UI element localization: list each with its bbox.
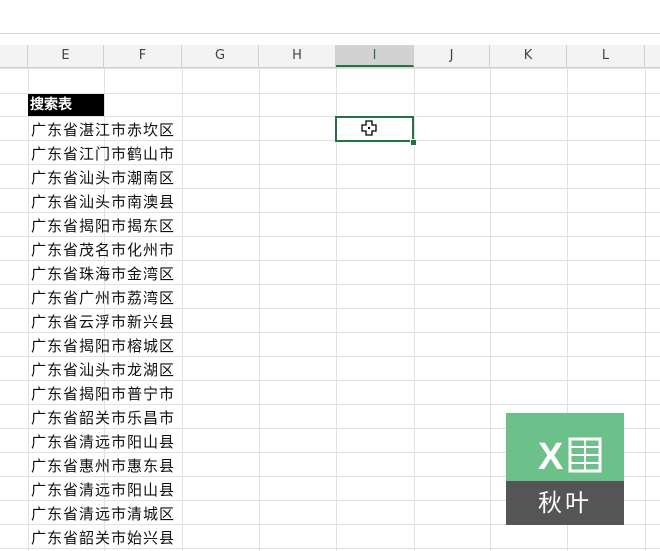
table-row[interactable]: 广东省广州市荔湾区 xyxy=(31,286,175,310)
logo-letter: X xyxy=(538,436,564,478)
formula-input[interactable] xyxy=(0,6,660,27)
table-row[interactable]: 广东省韶关市乐昌市 xyxy=(31,406,175,430)
column-header-i[interactable]: I xyxy=(336,45,414,67)
column-header-l[interactable]: L xyxy=(567,45,645,67)
logo-text: 秋叶 xyxy=(506,481,624,525)
table-row[interactable]: 广东省揭阳市揭东区 xyxy=(31,214,175,238)
table-row[interactable]: 广东省揭阳市榕城区 xyxy=(31,334,175,358)
table-header-label[interactable]: 搜索表 xyxy=(28,94,104,116)
table-row[interactable]: 广东省江门市鹤山市 xyxy=(31,142,175,166)
logo-excel-panel: X xyxy=(506,413,624,481)
table-row[interactable]: 广东省清远市阳山县 xyxy=(31,478,175,502)
table-row[interactable]: 广东省珠海市金湾区 xyxy=(31,262,175,286)
table-row[interactable]: 广东省揭阳市普宁市 xyxy=(31,382,175,406)
cell-cursor-icon xyxy=(361,120,377,136)
table-row[interactable]: 广东省云浮市新兴县 xyxy=(31,310,175,334)
column-header-f[interactable]: F xyxy=(104,45,182,67)
column-header-h[interactable]: H xyxy=(259,45,336,67)
qiuye-logo: X 秋叶 xyxy=(506,413,624,525)
grid-hline xyxy=(0,68,660,69)
table-row[interactable]: 广东省韶关市始兴县 xyxy=(31,526,175,550)
select-all-corner[interactable] xyxy=(0,45,28,67)
column-header-row: E F G H I J K L xyxy=(0,45,660,68)
excel-icon: X xyxy=(538,436,602,478)
table-row[interactable]: 广东省汕头市龙湖区 xyxy=(31,358,175,382)
table-row[interactable]: 广东省茂名市化州市 xyxy=(31,238,175,262)
table-row[interactable]: 广东省汕头市潮南区 xyxy=(31,166,175,190)
table-row[interactable]: 广东省湛江市赤坎区 xyxy=(31,118,175,142)
table-row[interactable]: 广东省惠州市惠东县 xyxy=(31,454,175,478)
table-row[interactable]: 广东省清远市阳山县 xyxy=(31,430,175,454)
column-header-j[interactable]: J xyxy=(414,45,490,67)
column-header-k[interactable]: K xyxy=(490,45,567,67)
table-row[interactable]: 广东省汕头市南澳县 xyxy=(31,190,175,214)
table-row[interactable]: 广东省清远市清城区 xyxy=(31,502,175,526)
column-header-g[interactable]: G xyxy=(182,45,259,67)
grid-hline xyxy=(0,116,660,117)
formula-bar[interactable] xyxy=(0,0,660,34)
column-header-e[interactable]: E xyxy=(28,45,104,67)
fill-handle[interactable] xyxy=(410,139,417,146)
